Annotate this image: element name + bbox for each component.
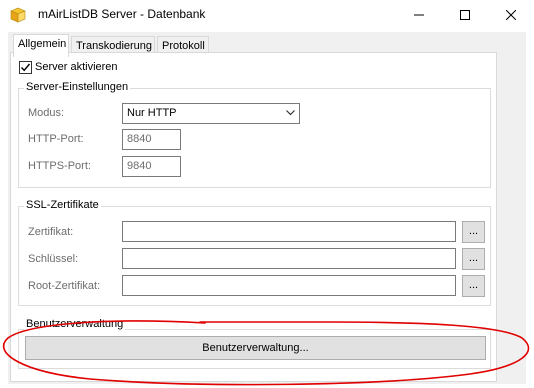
key-browse-button[interactable]: ... — [462, 248, 485, 270]
https-port-input[interactable]: 9840 — [122, 156, 181, 177]
user-management-title: Benutzerverwaltung — [24, 318, 126, 330]
tab-label: Protokoll — [162, 40, 205, 52]
http-port-value: 8840 — [127, 133, 152, 145]
root-certificate-browse-button[interactable]: ... — [462, 275, 485, 297]
server-settings-title: Server-Einstellungen — [24, 81, 131, 93]
browse-label: ... — [468, 279, 479, 291]
maximize-button[interactable] — [442, 0, 488, 30]
mode-label: Modus: — [28, 107, 65, 119]
user-management-button[interactable]: Benutzerverwaltung... — [25, 336, 486, 360]
title-bar: mAirListDB Server - Datenbank — [0, 0, 534, 30]
close-button[interactable] — [488, 0, 534, 30]
browse-label: ... — [468, 252, 479, 264]
ssl-title: SSL-Zertifikate — [24, 199, 101, 211]
root-certificate-label: Root-Zertifikat: — [28, 280, 101, 292]
tab-allgemein[interactable]: Allgemein — [13, 34, 69, 57]
https-port-label: HTTPS-Port: — [28, 160, 91, 172]
certificate-browse-button[interactable]: ... — [462, 221, 485, 243]
key-input[interactable] — [122, 248, 456, 269]
root-certificate-input[interactable] — [122, 275, 456, 296]
chevron-down-icon — [286, 110, 295, 116]
minimize-icon — [414, 14, 424, 16]
user-management-button-label: Benutzerverwaltung... — [202, 342, 309, 354]
certificate-label: Zertifikat: — [28, 226, 74, 238]
http-port-input[interactable]: 8840 — [122, 129, 181, 150]
https-port-value: 9840 — [127, 160, 152, 172]
app-icon — [10, 7, 26, 23]
browse-label: ... — [468, 225, 479, 237]
minimize-button[interactable] — [396, 0, 442, 30]
key-label: Schlüssel: — [28, 253, 79, 265]
maximize-icon — [460, 10, 470, 20]
http-port-label: HTTP-Port: — [28, 133, 84, 145]
window-title: mAirListDB Server - Datenbank — [38, 7, 206, 21]
server-enable-checkbox[interactable] — [19, 61, 32, 74]
tab-label: Allgemein — [18, 38, 67, 50]
tab-label: Transkodierung — [76, 40, 153, 52]
checkmark-icon — [20, 63, 31, 72]
close-icon — [506, 10, 516, 20]
mode-select-value: Nur HTTP — [127, 107, 177, 119]
certificate-input[interactable] — [122, 221, 456, 242]
mode-select[interactable]: Nur HTTP — [122, 103, 300, 124]
server-enable-label: Server aktivieren — [35, 61, 118, 73]
